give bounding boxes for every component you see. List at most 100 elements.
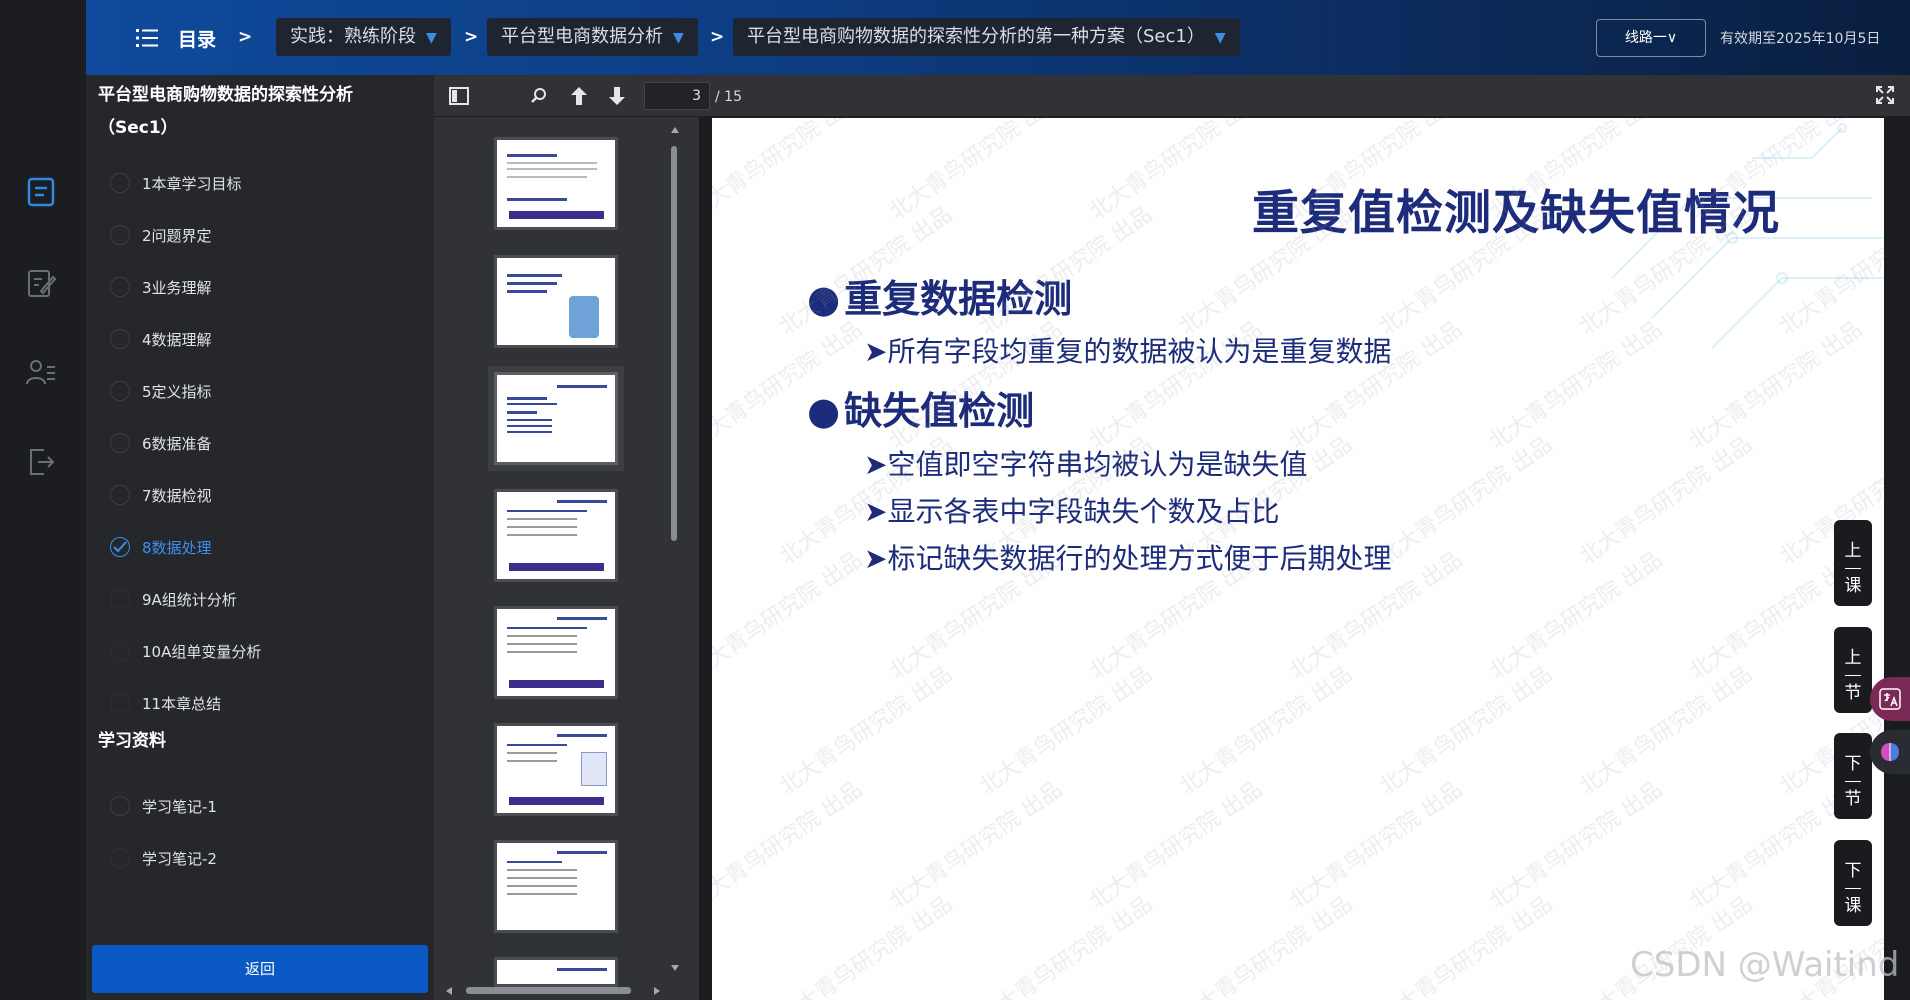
- watermark-text: 北大青鸟研究院 出品: [1484, 777, 1668, 916]
- circle-icon: [110, 693, 130, 713]
- ai-brain-icon[interactable]: [1870, 730, 1910, 774]
- page-thumbnail[interactable]: [494, 255, 618, 348]
- scroll-left-arrow-icon[interactable]: [444, 986, 454, 996]
- breadcrumb-separator: >: [710, 27, 725, 47]
- lesson-label: 9A组统计分析: [142, 590, 237, 609]
- next-lesson-button[interactable]: 下课: [1834, 840, 1872, 926]
- page-thumbnail[interactable]: [494, 840, 618, 933]
- watermark-text: 北大青鸟研究院 出品: [1484, 547, 1668, 686]
- page-thumbnail[interactable]: [494, 137, 618, 230]
- list-menu-icon[interactable]: [136, 28, 158, 52]
- material-label: 学习笔记-2: [142, 849, 217, 868]
- bullet-text: 空值即空字符串均被认为是缺失值: [887, 448, 1308, 481]
- bullet-arrow-icon: ➤: [864, 542, 888, 575]
- scrollbar-thumb[interactable]: [466, 987, 631, 994]
- breadcrumb-course-dropdown[interactable]: 平台型电商数据分析 ▼: [487, 18, 698, 56]
- page-thumbnail[interactable]: [494, 489, 618, 582]
- thumbnail-vertical-scrollbar[interactable]: [670, 125, 680, 973]
- watermark-text: 北大青鸟研究院 出品: [774, 892, 958, 1000]
- lesson-item[interactable]: 11本章总结: [110, 688, 221, 718]
- scroll-up-arrow-icon[interactable]: [670, 125, 680, 135]
- translate-icon[interactable]: [1870, 677, 1910, 721]
- lesson-item[interactable]: 9A组统计分析: [110, 584, 237, 614]
- route-select-button[interactable]: 线路一∨: [1596, 19, 1706, 57]
- btn-text: 课: [1844, 896, 1862, 916]
- lesson-item[interactable]: 10A组单变量分析: [110, 636, 261, 666]
- check-circle-icon: [110, 225, 130, 245]
- bullet-dot-icon: ●: [807, 389, 841, 433]
- fullscreen-icon[interactable]: [1876, 86, 1894, 108]
- page-thumbnail-selected[interactable]: [488, 366, 624, 471]
- slide-heading: ● 重复数据检测: [807, 268, 1072, 323]
- heading-text: 重复数据检测: [844, 277, 1073, 321]
- bullet-arrow-icon: ➤: [864, 335, 888, 368]
- lesson-item[interactable]: 1本章学习目标: [110, 168, 242, 198]
- lesson-label: 6数据准备: [142, 434, 212, 453]
- watermark-text: 北大青鸟研究院 出品: [884, 118, 1068, 226]
- watermark-text: 北大青鸟研究院 出品: [1374, 662, 1558, 801]
- page-thumbnail[interactable]: [494, 606, 618, 699]
- check-circle-icon: [110, 277, 130, 297]
- search-icon[interactable]: [526, 83, 552, 109]
- next-page-icon[interactable]: [604, 83, 630, 109]
- slide-bullet: ➤标记缺失数据行的处理方式便于后期处理: [864, 537, 1391, 577]
- edit-notes-icon[interactable]: [22, 264, 60, 302]
- page-thumbnail[interactable]: [494, 957, 618, 987]
- route-label: 线路一: [1624, 30, 1667, 46]
- back-button[interactable]: 返回: [92, 945, 428, 993]
- lesson-item[interactable]: 6数据准备: [110, 428, 212, 458]
- check-circle-icon: [110, 381, 130, 401]
- btn-text: 节: [1844, 789, 1862, 809]
- page-thumbnail[interactable]: [494, 723, 618, 816]
- scroll-right-arrow-icon[interactable]: [652, 986, 662, 996]
- lesson-item[interactable]: 4数据理解: [110, 324, 212, 354]
- next-section-button[interactable]: 下节: [1834, 733, 1872, 819]
- breadcrumb-stage-dropdown[interactable]: 实践：熟练阶段 ▼: [276, 18, 451, 56]
- route-caret-icon: ∨: [1666, 30, 1678, 46]
- check-circle-icon: [110, 485, 130, 505]
- watermark-text: 北大青鸟研究院 出品: [1174, 892, 1358, 1000]
- watermark-text: 北大青鸟研究院 出品: [1284, 777, 1468, 916]
- scrollbar-thumb[interactable]: [671, 146, 677, 541]
- lesson-label: 3业务理解: [142, 278, 212, 297]
- lesson-label: 1本章学习目标: [142, 174, 242, 193]
- btn-text: 课: [1844, 576, 1862, 596]
- top-navigation-bar: 目录 > 实践：熟练阶段 ▼ > 平台型电商数据分析 ▼ > 平台型电商购物数据的探…: [86, 0, 1910, 75]
- catalog-title[interactable]: 目录: [178, 25, 216, 52]
- check-circle-icon: [110, 433, 130, 453]
- lesson-label: 11本章总结: [142, 694, 222, 713]
- material-item[interactable]: 学习笔记-1: [110, 791, 217, 821]
- breadcrumb-chapter-dropdown[interactable]: 平台型电商购物数据的探索性分析的第一种方案（Sec1） ▼: [733, 18, 1240, 56]
- watermark-text: 北大青鸟研究院 出品: [884, 777, 1068, 916]
- lesson-item[interactable]: 3业务理解: [110, 272, 212, 302]
- previous-page-icon[interactable]: [566, 83, 592, 109]
- users-list-icon[interactable]: [22, 354, 60, 392]
- previous-lesson-button[interactable]: 上课: [1834, 520, 1872, 606]
- previous-section-button[interactable]: 上节: [1834, 627, 1872, 713]
- watermark-text: 北大青鸟研究院 出品: [1574, 432, 1758, 571]
- thumbnail-horizontal-scrollbar[interactable]: [444, 985, 662, 995]
- watermark-text: 北大青鸟研究院 出品: [1374, 432, 1558, 571]
- check-circle-icon: [110, 173, 130, 193]
- exit-icon[interactable]: [22, 443, 60, 481]
- watermark-text: 北大青鸟研究院 出品: [774, 662, 958, 801]
- materials-title: 学习资料: [98, 731, 166, 751]
- thumbnail-panel: [434, 75, 699, 1000]
- breadcrumb-chapter-label: 平台型电商购物数据的探索性分析的第一种方案（Sec1）: [747, 26, 1205, 47]
- breadcrumb-stage-label: 实践：熟练阶段: [290, 26, 416, 47]
- scroll-down-arrow-icon[interactable]: [670, 963, 680, 973]
- lesson-item[interactable]: 5定义指标: [110, 376, 212, 406]
- bullet-text: 标记缺失数据行的处理方式便于后期处理: [887, 542, 1392, 575]
- material-item[interactable]: 学习笔记-2: [110, 843, 217, 873]
- courseware-icon[interactable]: [22, 173, 60, 211]
- bullet-text: 显示各表中字段缺失个数及占比: [887, 495, 1280, 528]
- check-circle-icon: [110, 537, 130, 557]
- lesson-label: 2问题界定: [142, 226, 212, 245]
- breadcrumb-separator: >: [464, 27, 479, 47]
- lesson-item[interactable]: 7数据检视: [110, 480, 212, 510]
- sidebar-toggle-icon[interactable]: [446, 83, 472, 109]
- bullet-arrow-icon: ➤: [864, 495, 888, 528]
- lesson-item[interactable]: 2问题界定: [110, 220, 212, 250]
- lesson-item-active[interactable]: 8数据处理: [110, 532, 212, 562]
- page-number-input[interactable]: 3: [644, 82, 710, 110]
